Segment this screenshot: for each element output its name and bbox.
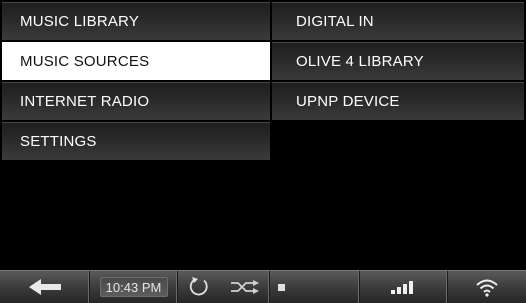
menu-item-internet-radio[interactable]: INTERNET RADIO: [2, 82, 270, 120]
bottom-status-bar: 10:43 PM: [0, 270, 526, 303]
submenu-item-upnp-device[interactable]: UPNP DEVICE: [272, 82, 524, 120]
screen: MUSIC LIBRARY MUSIC SOURCES INTERNET RAD…: [0, 0, 526, 303]
submenu-item-label: DIGITAL IN: [296, 13, 374, 30]
stop-icon: [278, 283, 285, 291]
sources-submenu: DIGITAL IN OLIVE 4 LIBRARY UPNP DEVICE: [272, 2, 524, 122]
wifi-icon: [475, 277, 499, 297]
repeat-button[interactable]: [178, 271, 220, 303]
signal-indicator: [360, 271, 448, 303]
stop-button[interactable]: [270, 271, 360, 303]
submenu-item-digital-in[interactable]: DIGITAL IN: [272, 2, 524, 40]
back-arrow-icon: [28, 278, 62, 296]
shuffle-icon: [230, 279, 260, 295]
menu-item-settings[interactable]: SETTINGS: [2, 122, 270, 160]
signal-strength-icon: [390, 279, 418, 295]
menu-item-label: SETTINGS: [20, 133, 97, 150]
submenu-item-olive-4-library[interactable]: OLIVE 4 LIBRARY: [272, 42, 524, 80]
submenu-item-label: UPNP DEVICE: [296, 93, 400, 110]
clock-display: 10:43 PM: [99, 277, 168, 297]
clock-segment: 10:43 PM: [90, 271, 178, 303]
shuffle-button[interactable]: [220, 271, 270, 303]
menu-item-label: INTERNET RADIO: [20, 93, 150, 110]
main-menu: MUSIC LIBRARY MUSIC SOURCES INTERNET RAD…: [2, 2, 270, 162]
wifi-indicator: [448, 271, 526, 303]
back-button[interactable]: [0, 271, 90, 303]
repeat-icon: [188, 276, 210, 298]
menu-item-music-library[interactable]: MUSIC LIBRARY: [2, 2, 270, 40]
submenu-item-label: OLIVE 4 LIBRARY: [296, 53, 424, 70]
menu-item-music-sources[interactable]: MUSIC SOURCES: [2, 42, 270, 80]
menu-item-label: MUSIC SOURCES: [20, 53, 150, 70]
menu-item-label: MUSIC LIBRARY: [20, 13, 140, 30]
